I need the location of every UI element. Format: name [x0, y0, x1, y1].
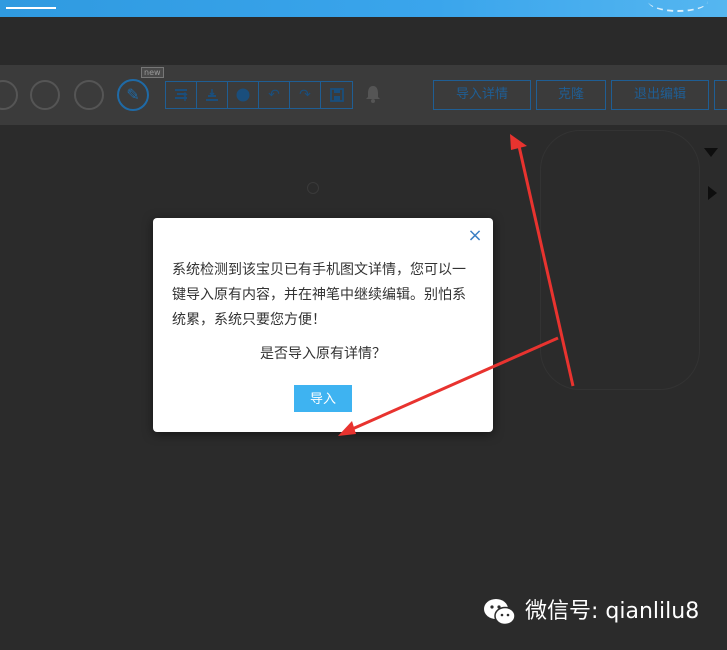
- undo-button[interactable]: ↶: [259, 82, 290, 108]
- compass-button[interactable]: [228, 82, 259, 108]
- align-bottom-icon: [206, 89, 218, 101]
- toolbar-overflow-button[interactable]: [714, 80, 727, 110]
- header-spacer: [0, 17, 727, 65]
- expand-arrow-icon[interactable]: [708, 186, 717, 200]
- align-top-icon: [175, 89, 188, 101]
- import-button[interactable]: 导入: [294, 385, 352, 412]
- dialog-message: 系统检测到该宝贝已有手机图文详情，您可以一键导入原有内容，并在神笔中继续编辑。别…: [172, 262, 466, 328]
- loading-ring: [307, 182, 319, 194]
- clone-button[interactable]: 克隆: [536, 80, 606, 110]
- edit-icon-group: ↶ ↷: [165, 81, 353, 109]
- wechat-icon: [484, 599, 516, 626]
- watermark-text: 微信号: qianlilu8: [525, 599, 700, 624]
- collapse-arrow-icon[interactable]: [704, 148, 718, 157]
- import-details-dialog: × 系统检测到该宝贝已有手机图文详情，您可以一键导入原有内容，并在神笔中继续编辑…: [153, 218, 493, 432]
- align-bottom-button[interactable]: [197, 82, 228, 108]
- redo-icon: ↷: [299, 87, 311, 103]
- save-button[interactable]: [321, 82, 352, 108]
- header-decoration: [648, 0, 708, 12]
- pen-icon: ✎: [126, 85, 140, 104]
- round-tool-button[interactable]: [74, 80, 104, 110]
- pen-tool-button[interactable]: ✎: [117, 79, 149, 111]
- phone-preview-outline: [540, 130, 700, 390]
- close-icon[interactable]: ×: [467, 227, 483, 245]
- undo-icon: ↶: [268, 87, 280, 103]
- align-top-button[interactable]: [166, 82, 197, 108]
- compass-icon: [236, 88, 250, 102]
- save-icon: [329, 88, 344, 102]
- active-top-tab[interactable]: [6, 0, 56, 9]
- round-tool-button[interactable]: [30, 80, 60, 110]
- exit-edit-button[interactable]: 退出编辑: [611, 80, 709, 110]
- wechat-watermark: 微信号: qianlilu8: [483, 595, 699, 629]
- bell-icon: [366, 86, 380, 103]
- top-header-bar: [0, 0, 727, 17]
- notification-button[interactable]: [363, 84, 383, 108]
- dialog-question: 是否导入原有详情？: [260, 346, 386, 362]
- redo-button[interactable]: ↷: [290, 82, 321, 108]
- import-details-button[interactable]: 导入详情: [433, 80, 531, 110]
- new-badge: new: [141, 67, 164, 78]
